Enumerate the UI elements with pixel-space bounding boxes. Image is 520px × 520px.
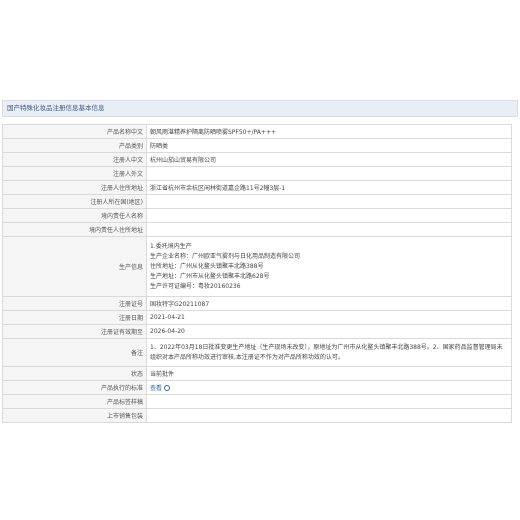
row-label: 产品类别 (2, 138, 147, 153)
row-label: 境内责任人住所地址 (2, 222, 147, 237)
row-label: 产品名称中文 (2, 124, 147, 139)
table-row: 状态 当前批件 (2, 366, 512, 381)
table-row: 注册证有效期至 2026-04-20 (2, 324, 512, 339)
row-label: 注册人住所地址 (2, 180, 147, 195)
row-label: 状态 (2, 366, 147, 381)
row-value (146, 394, 512, 409)
row-value (146, 208, 512, 223)
row-label: 产品标签样稿 (2, 394, 147, 409)
row-label: 注册人中文 (2, 152, 147, 167)
table-row: 境内责任人名称 (2, 208, 512, 223)
row-value (146, 408, 512, 423)
row-value: 防晒类 (146, 138, 512, 153)
table-row: 备注 1、2022年03月18日批准变更生产地址（生产现场未改变），原地址为广州… (2, 338, 512, 367)
row-label: 产品执行的标准 (2, 380, 147, 395)
row-value: 杭州山茄山贸易有限公司 (146, 152, 512, 167)
row-value: 2021-04-21 (146, 310, 512, 325)
view-standard-link[interactable]: 查看 (150, 385, 162, 392)
row-label: 注册证有效期至 (2, 324, 147, 339)
table-row: 注册人所在国(地区) (2, 194, 512, 209)
table-row: 注册人住所地址 浙江省杭州市余杭区闲林街道嘉企路11号2幢3层-1 (2, 180, 512, 195)
production-line: 生产地址：广州市从化鳌头镇聚丰北路628号 (150, 272, 270, 280)
row-value (146, 222, 512, 237)
section-title: 国产特殊化妆品注册信息基本信息 (2, 100, 518, 117)
row-value (146, 166, 512, 181)
row-value (146, 194, 512, 209)
table-row: 生产信息 1.委托境内生产 生产企业名称：广州欧亚气雾剂与日化用品制造有限公司 … (2, 236, 512, 297)
row-label: 境内责任人名称 (2, 208, 147, 223)
row-label: 备注 (2, 338, 147, 367)
table-row: 产品名称中文 朝风雨湛精养护隔离防晒喷雾SPF50+/PA+++ (2, 124, 512, 139)
row-label: 注册日期 (2, 310, 147, 325)
table-row: 注册人中文 杭州山茄山贸易有限公司 (2, 152, 512, 167)
row-label: 注册人外文 (2, 166, 147, 181)
table-row: 境内责任人住所地址 (2, 222, 512, 237)
standard-cell: 查看 (146, 380, 512, 395)
row-label: 上市销售包装 (2, 408, 147, 423)
row-label: 注册证号 (2, 296, 147, 311)
row-value: 浙江省杭州市余杭区闲林街道嘉企路11号2幢3层-1 (146, 180, 512, 195)
table-row: 上市销售包装 (2, 408, 512, 423)
table-row: 注册人外文 (2, 166, 512, 181)
search-icon[interactable] (164, 385, 171, 391)
remark-line: 1、2022年03月18日批准变更生产地址（生产现场未改变），原地址为广州市从化… (150, 343, 503, 351)
remark-line: 组织对本产品所称功效进行审核,本注册证不作为对产品所称功效的认可。 (150, 353, 344, 361)
production-line: 生产许可证编号：粤妆20160236 (150, 282, 241, 290)
table-row: 产品执行的标准 查看 (2, 380, 512, 395)
production-line: 1.委托境内生产 (150, 242, 192, 250)
table-row: 注册证号 国妆特字G20211087 (2, 296, 512, 311)
row-value: 当前批件 (146, 366, 512, 381)
production-line: 住所地址：广州从化鳌头镇聚丰北路388号 (150, 262, 264, 270)
row-value: 朝风雨湛精养护隔离防晒喷雾SPF50+/PA+++ (146, 124, 512, 139)
table-row: 注册日期 2021-04-21 (2, 310, 512, 325)
row-value: 国妆特字G20211087 (146, 296, 512, 311)
remarks: 1、2022年03月18日批准变更生产地址（生产现场未改变），原地址为广州市从化… (146, 338, 512, 367)
row-value: 2026-04-20 (146, 324, 512, 339)
production-info: 1.委托境内生产 生产企业名称：广州欧亚气雾剂与日化用品制造有限公司 住所地址：… (146, 236, 512, 297)
registration-info-panel: 国产特殊化妆品注册信息基本信息 产品名称中文 朝风雨湛精养护隔离防晒喷雾SPF5… (2, 100, 518, 520)
table-row: 产品类别 防晒类 (2, 138, 512, 153)
production-line: 生产企业名称：广州欧亚气雾剂与日化用品制造有限公司 (150, 252, 301, 260)
row-label: 注册人所在国(地区) (2, 194, 147, 209)
row-label: 生产信息 (2, 236, 147, 297)
info-table: 产品名称中文 朝风雨湛精养护隔离防晒喷雾SPF50+/PA+++ 产品类别 防晒… (2, 124, 512, 423)
table-row: 产品标签样稿 (2, 394, 512, 409)
